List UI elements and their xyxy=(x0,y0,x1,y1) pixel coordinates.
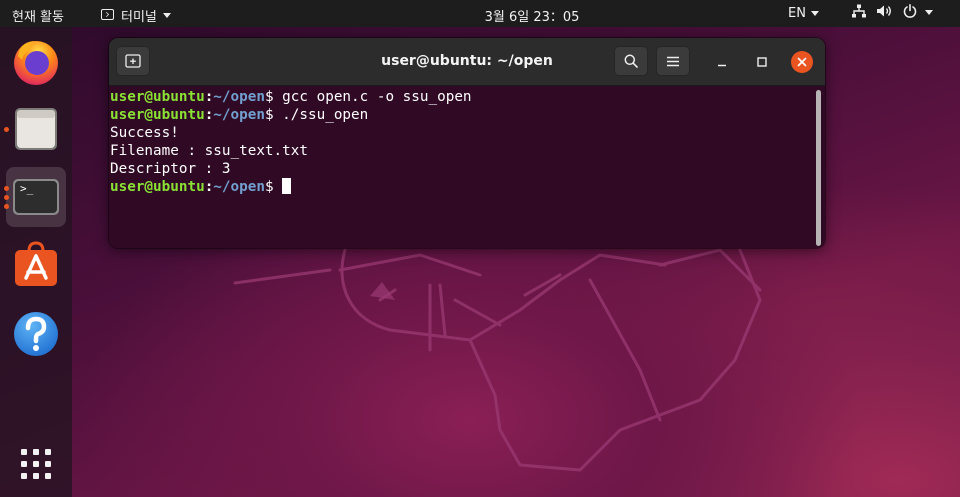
prompt-colon: : xyxy=(204,107,214,123)
maximize-icon xyxy=(757,57,767,67)
running-indicator xyxy=(4,186,9,191)
prompt-colon: : xyxy=(204,179,214,195)
maximize-button[interactable] xyxy=(751,51,773,73)
prompt-colon: : xyxy=(204,89,214,105)
minimize-icon xyxy=(718,64,726,67)
terminal-lines: user@ubuntu:~/open$ gcc open.c -o ssu_op… xyxy=(110,88,472,196)
command-text: ./ssu_open xyxy=(273,107,369,123)
caret-down-icon xyxy=(925,9,933,15)
network-icon xyxy=(852,4,866,18)
system-menu[interactable] xyxy=(851,4,933,18)
prompt-path: ~/open xyxy=(213,179,265,195)
show-applications-icon xyxy=(21,449,51,479)
dock-help[interactable] xyxy=(6,304,66,364)
command-line: user@ubuntu:~/open$ ./ssu_open xyxy=(110,106,472,124)
close-icon xyxy=(797,57,807,67)
minimize-button[interactable] xyxy=(711,51,733,73)
dock-terminal[interactable]: >_ xyxy=(6,167,66,227)
dock-files[interactable] xyxy=(6,99,66,159)
power-icon xyxy=(903,4,917,18)
help-icon xyxy=(14,312,58,356)
top-bar: 현재 활동 터미널 3월 6일 23：05 EN xyxy=(0,0,960,27)
prompt-user-host: user@ubuntu xyxy=(110,179,205,195)
terminal-window: user@ubuntu: ~/open user@ubuntu:~/open$ … xyxy=(109,38,825,248)
terminal-output-area[interactable]: user@ubuntu:~/open$ gcc open.c -o ssu_op… xyxy=(109,86,825,248)
dock: >_ xyxy=(0,27,72,497)
language-label: EN xyxy=(788,6,806,21)
terminal-glyph: >_ xyxy=(20,182,34,195)
output-line: Filename : ssu_text.txt xyxy=(110,143,308,159)
firefox-icon xyxy=(14,41,58,85)
menu-button[interactable] xyxy=(656,46,690,76)
terminal-icon xyxy=(13,179,59,215)
files-icon xyxy=(15,108,57,150)
output-line: Descriptor : 3 xyxy=(110,161,231,177)
text-cursor xyxy=(282,178,292,194)
hamburger-menu-icon xyxy=(667,56,679,66)
dock-software[interactable] xyxy=(6,235,66,295)
prompt-path: ~/open xyxy=(213,89,265,105)
terminal-header-bar[interactable]: user@ubuntu: ~/open xyxy=(109,38,825,86)
prompt-path: ~/open xyxy=(213,107,265,123)
dock-firefox[interactable] xyxy=(6,32,66,92)
running-indicator xyxy=(4,195,9,200)
prompt-user-host: user@ubuntu xyxy=(110,107,205,123)
close-button[interactable] xyxy=(791,51,813,73)
command-text: gcc open.c -o ssu_open xyxy=(273,89,472,105)
show-applications-button[interactable] xyxy=(6,433,66,493)
caret-down-icon xyxy=(810,11,819,16)
prompt-dollar: $ xyxy=(264,89,274,105)
terminal-scrollbar[interactable] xyxy=(816,90,821,246)
running-indicator xyxy=(4,204,9,209)
search-button[interactable] xyxy=(614,46,648,76)
search-icon xyxy=(624,54,638,68)
volume-icon xyxy=(877,5,891,17)
command-line: user@ubuntu:~/open$ xyxy=(110,178,472,196)
language-menu[interactable]: EN xyxy=(788,4,819,21)
command-line: user@ubuntu:~/open$ gcc open.c -o ssu_op… xyxy=(110,88,472,106)
prompt-dollar: $ xyxy=(264,107,274,123)
software-center-icon xyxy=(15,241,57,286)
prompt-dollar: $ xyxy=(264,179,274,195)
prompt-user-host: user@ubuntu xyxy=(110,89,205,105)
output-line: Success! xyxy=(110,125,179,141)
